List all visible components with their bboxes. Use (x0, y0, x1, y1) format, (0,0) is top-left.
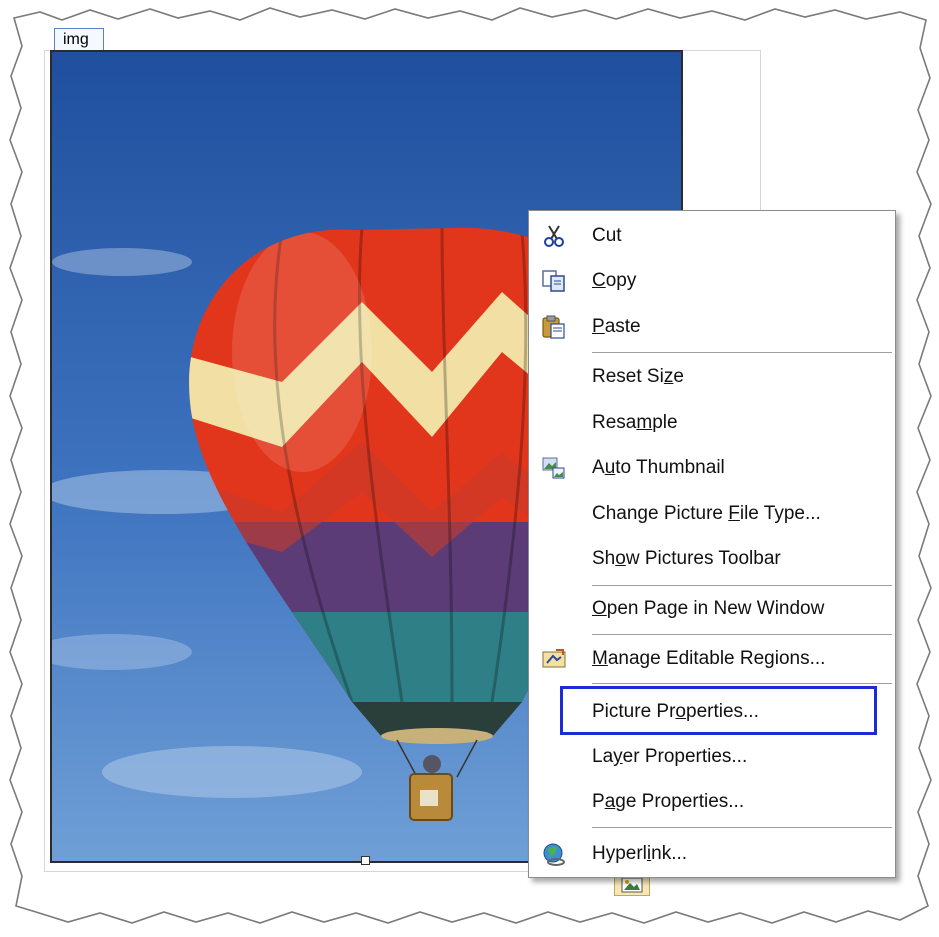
menu-label-open-page-in-new-window: Open Page in New Window (592, 598, 825, 619)
editable-regions-icon (541, 647, 567, 671)
menu-item-layer-properties[interactable]: Layer Properties... (529, 735, 895, 779)
menu-item-change-picture-file-type[interactable]: Change Picture File Type... (529, 492, 895, 536)
menu-separator (592, 634, 892, 635)
thumbnail-icon (541, 456, 567, 480)
img-tag-label[interactable]: img (54, 28, 104, 50)
copy-icon (541, 269, 567, 293)
menu-item-auto-thumbnail[interactable]: Auto Thumbnail (529, 446, 895, 490)
menu-item-show-pictures-toolbar[interactable]: Show Pictures Toolbar (529, 537, 895, 581)
menu-item-hyperlink[interactable]: Hyperlink... (529, 832, 895, 876)
picture-properties-highlight (560, 686, 877, 735)
menu-label-copy: Copy (592, 270, 637, 291)
menu-item-page-properties[interactable]: Page Properties... (529, 780, 895, 824)
menu-label-resample: Resample (592, 412, 678, 433)
scissors-icon (541, 224, 567, 248)
menu-item-paste[interactable]: Paste (529, 305, 895, 349)
hyperlink-globe-icon (541, 842, 567, 866)
menu-separator (592, 827, 892, 828)
menu-item-reset-size[interactable]: Reset Size (529, 355, 895, 399)
menu-item-open-page-in-new-window[interactable]: Open Page in New Window (529, 587, 895, 631)
resize-handle[interactable] (361, 856, 370, 865)
menu-separator (592, 352, 892, 353)
menu-separator (592, 585, 892, 586)
context-menu: Cut Copy Paste Reset Size Resample Auto … (528, 210, 896, 878)
menu-item-resample[interactable]: Resample (529, 401, 895, 445)
menu-label-paste: Paste (592, 316, 641, 337)
menu-label-cut: Cut (592, 225, 622, 246)
pilot (423, 755, 441, 773)
menu-label-change-picture-file-type: Change Picture File Type... (592, 503, 821, 524)
menu-item-cut[interactable]: Cut (529, 214, 895, 258)
menu-separator (592, 683, 892, 684)
menu-label-hyperlink: Hyperlink... (592, 843, 688, 864)
menu-label-manage-editable-regions: Manage Editable Regions... (592, 648, 826, 669)
menu-label-show-pictures-toolbar: Show Pictures Toolbar (592, 548, 781, 569)
menu-label-reset-size: Reset Size (592, 366, 684, 387)
menu-label-layer-properties: Layer Properties... (592, 746, 748, 767)
menu-label-page-properties: Page Properties... (592, 791, 745, 812)
menu-item-copy[interactable]: Copy (529, 259, 895, 303)
menu-item-manage-editable-regions[interactable]: Manage Editable Regions... (529, 637, 895, 681)
menu-label-auto-thumbnail: Auto Thumbnail (592, 457, 725, 478)
paste-icon (541, 315, 567, 339)
